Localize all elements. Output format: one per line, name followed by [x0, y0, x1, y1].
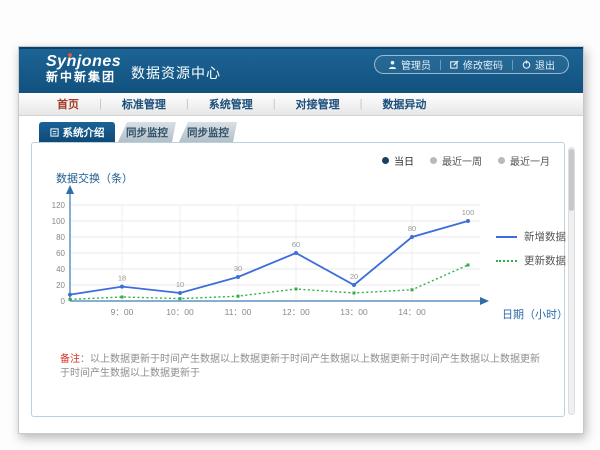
tab-label: 同步监控	[126, 125, 168, 140]
svg-text:20: 20	[56, 281, 65, 290]
nav-item-standard-mgmt[interactable]: 标准管理	[102, 96, 186, 112]
app-window: Synjones 新中新集团 数据资源中心 管理员 修改密码 退出 首页 | 标…	[18, 46, 584, 434]
svg-text:40: 40	[56, 265, 65, 274]
x-axis-title: 日期（小时）	[502, 306, 568, 322]
filter-last-month[interactable]: 最近一月	[498, 153, 550, 168]
filter-last-week[interactable]: 最近一周	[430, 153, 482, 168]
filter-label: 最近一周	[442, 153, 482, 168]
edit-icon	[450, 60, 459, 69]
company-logo: Synjones 新中新集团	[46, 54, 121, 83]
filter-label: 当日	[394, 153, 414, 168]
filter-label: 最近一月	[510, 153, 550, 168]
svg-text:18: 18	[118, 274, 126, 283]
admin-button[interactable]: 管理员	[379, 57, 440, 72]
svg-text:10: 10	[176, 280, 184, 289]
radio-icon	[498, 157, 505, 164]
change-password-button[interactable]: 修改密码	[441, 57, 512, 72]
logo-title: Synjones	[46, 54, 121, 71]
document-icon	[50, 128, 59, 137]
svg-text:30: 30	[234, 264, 242, 273]
svg-text:120: 120	[52, 201, 66, 210]
legend-label: 更新数据	[524, 253, 566, 268]
chart-canvas: 0 20 40 60 80 100 120 9：00 10：00 11：00 12：00 13：00 1…	[50, 183, 520, 335]
radio-icon	[430, 157, 437, 164]
nav-item-data-change[interactable]: 数据异动	[362, 96, 446, 112]
svg-text:12：00: 12：00	[282, 307, 310, 317]
svg-text:20: 20	[350, 272, 358, 281]
svg-text:14：00: 14：00	[398, 307, 426, 317]
scrollbar-thumb[interactable]	[569, 149, 574, 211]
footnote-label: 备注	[60, 354, 80, 365]
nav-item-system-mgmt[interactable]: 系统管理	[189, 96, 273, 112]
main-nav: 首页 | 标准管理 | 系统管理 | 对接管理 | 数据异动	[19, 93, 583, 116]
footnote: 备注：以上数据更新于时间产生数据以上数据更新于时间产生数据以上数据更新于时间产生…	[60, 353, 546, 381]
svg-text:100: 100	[462, 208, 475, 217]
blue-line-icon	[496, 236, 517, 238]
page-title: 数据资源中心	[131, 63, 221, 83]
svg-text:13：00: 13：00	[340, 307, 368, 317]
nav-item-interface-mgmt[interactable]: 对接管理	[276, 96, 360, 112]
content-panel: 当日 最近一周 最近一月 数据交换（条） 0204060801001209：00…	[31, 142, 565, 417]
tab-label: 系统介绍	[63, 125, 105, 140]
tab-system-intro[interactable]: 系统介绍	[39, 122, 115, 142]
tab-bar: 系统介绍 同步监控 同步监控	[19, 122, 583, 142]
logout-label: 退出	[535, 57, 555, 72]
svg-text:80: 80	[56, 233, 65, 242]
nav-item-home[interactable]: 首页	[37, 96, 99, 112]
tab-sync-monitor-1[interactable]: 同步监控	[118, 122, 176, 142]
svg-text:0: 0	[61, 297, 66, 306]
svg-text:9：00: 9：00	[111, 307, 134, 317]
svg-text:100: 100	[52, 217, 66, 226]
logo-subtitle: 新中新集团	[46, 71, 121, 84]
vertical-scrollbar[interactable]	[568, 147, 575, 415]
user-menu: 管理员 修改密码 退出	[374, 55, 569, 74]
svg-text:60: 60	[292, 240, 300, 249]
svg-text:80: 80	[408, 224, 416, 233]
logo-accent-dot	[68, 53, 72, 57]
green-dotted-line-icon	[496, 260, 517, 262]
legend-item-updated-data: 更新数据	[496, 253, 566, 268]
change-password-label: 修改密码	[463, 57, 503, 72]
svg-text:11：00: 11：00	[225, 307, 252, 317]
svg-text:10：00: 10：00	[166, 307, 194, 317]
radio-icon	[382, 157, 389, 164]
logout-button[interactable]: 退出	[513, 57, 564, 72]
header-bar: Synjones 新中新集团 数据资源中心 管理员 修改密码 退出	[19, 47, 583, 93]
chart-legend: 新增数据 更新数据	[496, 229, 566, 277]
legend-label: 新增数据	[524, 229, 566, 244]
line-chart: 0 20 40 60 80 100 120 9：00 10：00 11：00 12：00 13：00 1…	[50, 183, 520, 335]
user-icon	[388, 60, 397, 69]
svg-text:60: 60	[56, 249, 65, 258]
tab-sync-monitor-2[interactable]: 同步监控	[179, 122, 237, 142]
tab-label: 同步监控	[187, 125, 229, 140]
power-icon	[522, 60, 531, 69]
admin-label: 管理员	[401, 57, 431, 72]
period-filter-group: 当日 最近一周 最近一月	[382, 153, 550, 168]
legend-item-new-data: 新增数据	[496, 229, 566, 244]
filter-today[interactable]: 当日	[382, 153, 414, 168]
footnote-text: ：以上数据更新于时间产生数据以上数据更新于时间产生数据以上数据更新于时间产生数据…	[60, 354, 540, 379]
